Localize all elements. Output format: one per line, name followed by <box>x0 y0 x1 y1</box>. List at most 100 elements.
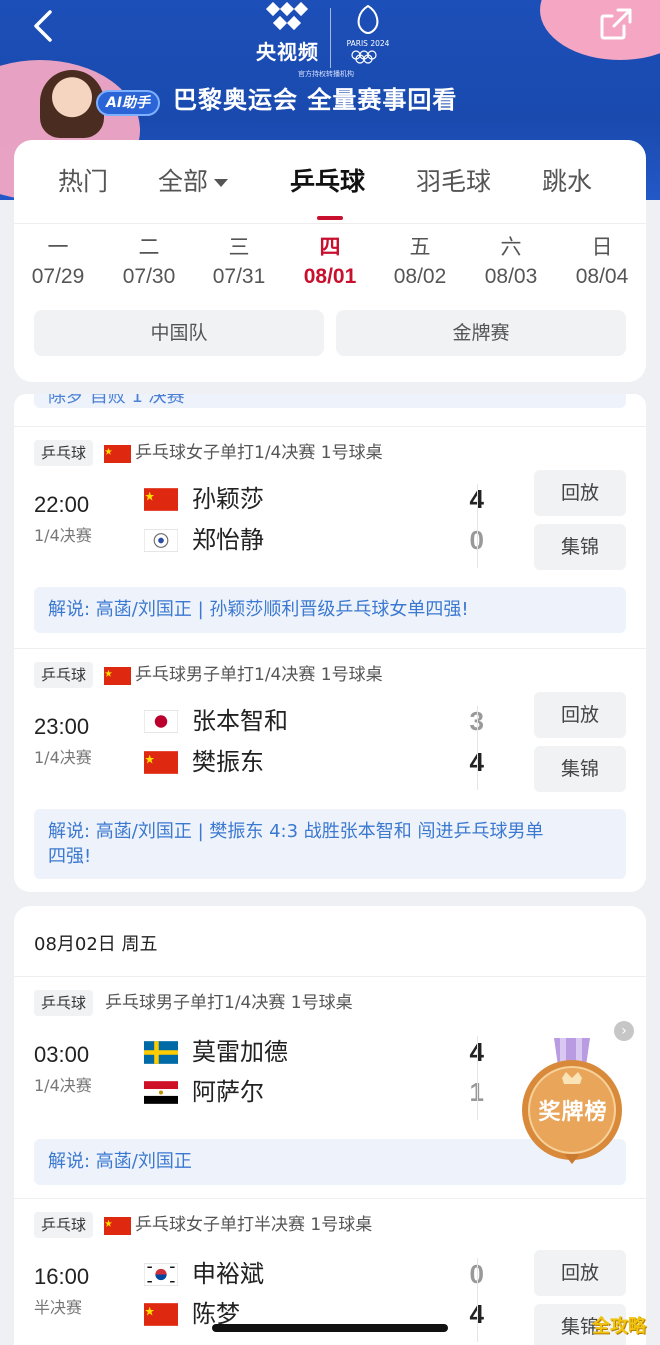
home-indicator <box>212 1324 448 1332</box>
tab-hot[interactable]: 热门 <box>58 162 108 198</box>
paris-label: PARIS 2024 <box>347 39 390 48</box>
team-name: 阿萨尔 <box>192 1078 264 1106</box>
date-item[interactable]: 三 07/31 <box>199 232 279 292</box>
sport-tabs: 热门 全部 乒乓球 羽毛球 跳水 <box>14 162 646 202</box>
china-flag-icon <box>144 488 178 511</box>
filter-gold-medal-button[interactable]: 金牌赛 <box>336 310 626 356</box>
ai-assistant-badge[interactable]: AI助手 <box>96 90 161 116</box>
date-weekday: 一 <box>47 235 69 259</box>
cctv-logo-icon <box>265 2 309 31</box>
tab-label: 热门 <box>58 167 109 196</box>
highlights-button[interactable]: 集锦 <box>534 524 626 570</box>
share-icon <box>600 8 632 40</box>
page-title: 巴黎奥运会 全量赛事回看 <box>173 86 458 114</box>
brand-logo: 央视频 官方持权转播机构 PARIS 2024 <box>252 2 432 82</box>
medal-table-button[interactable]: 奖牌榜 <box>516 1036 628 1166</box>
date-weekday: 四 <box>319 235 341 259</box>
replay-button[interactable]: 回放 <box>534 692 626 738</box>
match-stage: 半决赛 <box>34 1298 83 1317</box>
highlights-button[interactable]: 集锦 <box>534 746 626 792</box>
date-weekday: 六 <box>500 235 522 259</box>
back-button[interactable] <box>28 6 68 46</box>
sport-tag: 乒乓球 <box>34 990 94 1016</box>
date-item[interactable]: 日 08/04 <box>562 232 642 292</box>
divider <box>477 484 478 568</box>
medal-label: 奖牌榜 <box>538 1100 608 1125</box>
tab-label: 跳水 <box>542 167 593 196</box>
team-name: 莫雷加德 <box>192 1038 288 1066</box>
match-card[interactable]: 乒乓球 乒乓球男子单打1/4决赛 1号球桌 23:00 1/4决赛 张本智和 3… <box>14 648 646 892</box>
date-item-active[interactable]: 四 08/01 <box>290 232 370 292</box>
share-button[interactable] <box>598 6 634 42</box>
match-time: 03:00 <box>34 1042 90 1067</box>
filter-buttons: 中国队 金牌赛 <box>34 310 626 356</box>
replay-button[interactable]: 回放 <box>534 470 626 516</box>
commentary-box: 解说: 高菡/刘国正 | 樊振东 4:3 战胜张本智和 闯进乒乓球男单 四强! <box>34 809 626 879</box>
date-item[interactable]: 一 07/29 <box>18 232 98 292</box>
date-item[interactable]: 二 07/30 <box>109 232 189 292</box>
caret-down-icon <box>214 179 229 187</box>
sweden-flag-icon <box>144 1041 178 1064</box>
filter-china-team-button[interactable]: 中国队 <box>34 310 324 356</box>
date-item[interactable]: 五 08/02 <box>380 232 460 292</box>
team-name: 樊振东 <box>192 748 264 776</box>
china-flag-icon <box>144 1303 178 1326</box>
match-card[interactable]: 乒乓球 乒乓球女子单打半决赛 1号球桌 16:00 半决赛 申裕斌 0 陈梦 4… <box>14 1198 646 1345</box>
chinese-taipei-flag-icon <box>144 529 178 552</box>
match-title: 乒乓球男子单打1/4决赛 1号球桌 <box>135 665 383 685</box>
day-header: 08月02日 周五 <box>34 934 158 955</box>
korea-flag-icon <box>144 1263 178 1286</box>
commentary-text: 解说: 高菡/刘国正 | 孙颖莎顺利晋级乒乓球女单四强! <box>48 599 469 620</box>
brand-name: 央视频 <box>256 40 319 64</box>
date-weekday: 二 <box>138 235 160 259</box>
commentary-text: 解说: 高菡/刘国正 | 樊振东 4:3 战胜张本智和 闯进乒乓球男单 <box>48 821 544 842</box>
tab-diving[interactable]: 跳水 <box>542 162 592 198</box>
egypt-flag-icon <box>144 1081 178 1104</box>
tab-label: 全部 <box>158 167 209 196</box>
date-weekday: 日 <box>591 235 613 259</box>
team-row: 樊振东 4 <box>144 745 484 779</box>
tab-label: 乒乓球 <box>290 167 366 196</box>
sport-tag: 乒乓球 <box>34 1212 94 1238</box>
match-card[interactable]: 乒乓球 乒乓球女子单打1/4决赛 1号球桌 22:00 1/4决赛 孙颖莎 4 … <box>14 426 646 648</box>
team-row: 孙颖莎 4 <box>144 482 484 516</box>
team-name: 郑怡静 <box>192 526 264 554</box>
date-value: 07/29 <box>31 265 85 288</box>
tab-badminton[interactable]: 羽毛球 <box>416 162 491 198</box>
divider <box>477 706 478 790</box>
tab-all[interactable]: 全部 <box>158 162 229 198</box>
match-time: 16:00 <box>34 1264 90 1289</box>
date-value: 08/04 <box>575 265 629 288</box>
commentary-text: 四强! <box>48 846 92 867</box>
date-item[interactable]: 六 08/03 <box>471 232 551 292</box>
sport-tag: 乒乓球 <box>34 440 94 466</box>
watermark: 全攻略 <box>592 1316 646 1337</box>
brand-divider <box>330 8 331 68</box>
divider <box>477 1258 478 1342</box>
divider <box>14 223 646 224</box>
paris-2024-logo-icon: PARIS 2024 <box>347 4 390 64</box>
match-stage: 1/4决赛 <box>34 1076 92 1095</box>
team-name: 张本智和 <box>192 707 288 735</box>
match-time: 23:00 <box>34 714 90 739</box>
replay-button[interactable]: 回放 <box>534 1250 626 1296</box>
team-name: 孙颖莎 <box>192 485 264 513</box>
team-row: 郑怡静 0 <box>144 523 484 557</box>
match-title: 乒乓球女子单打半决赛 1号球桌 <box>135 1215 373 1235</box>
chevron-left-icon <box>34 10 52 42</box>
active-tab-indicator <box>317 216 343 220</box>
team-name: 申裕斌 <box>192 1260 264 1288</box>
ai-assistant-avatar[interactable] <box>40 70 104 138</box>
match-list-08-01: 乒乓球 乒乓球女子单打1/4决赛 1号球桌 22:00 1/4决赛 孙颖莎 4 … <box>14 412 646 892</box>
tab-table-tennis[interactable]: 乒乓球 <box>290 162 365 198</box>
team-row: 申裕斌 0 <box>144 1257 484 1291</box>
china-flag-icon <box>104 445 131 463</box>
sport-tag: 乒乓球 <box>34 662 94 688</box>
previous-commentary: 除罗 自败 1 决赛 <box>34 394 626 408</box>
china-flag-icon <box>144 751 178 774</box>
match-stage: 1/4决赛 <box>34 748 92 767</box>
match-title: 乒乓球女子单打1/4决赛 1号球桌 <box>135 443 383 463</box>
commentary-box: 解说: 高菡/刘国正 | 孙颖莎顺利晋级乒乓球女单四强! <box>34 587 626 633</box>
filter-card: 热门 全部 乒乓球 羽毛球 跳水 一 07/29 二 07/30 三 07/31 四 0… <box>14 140 646 382</box>
japan-flag-icon <box>144 710 178 733</box>
